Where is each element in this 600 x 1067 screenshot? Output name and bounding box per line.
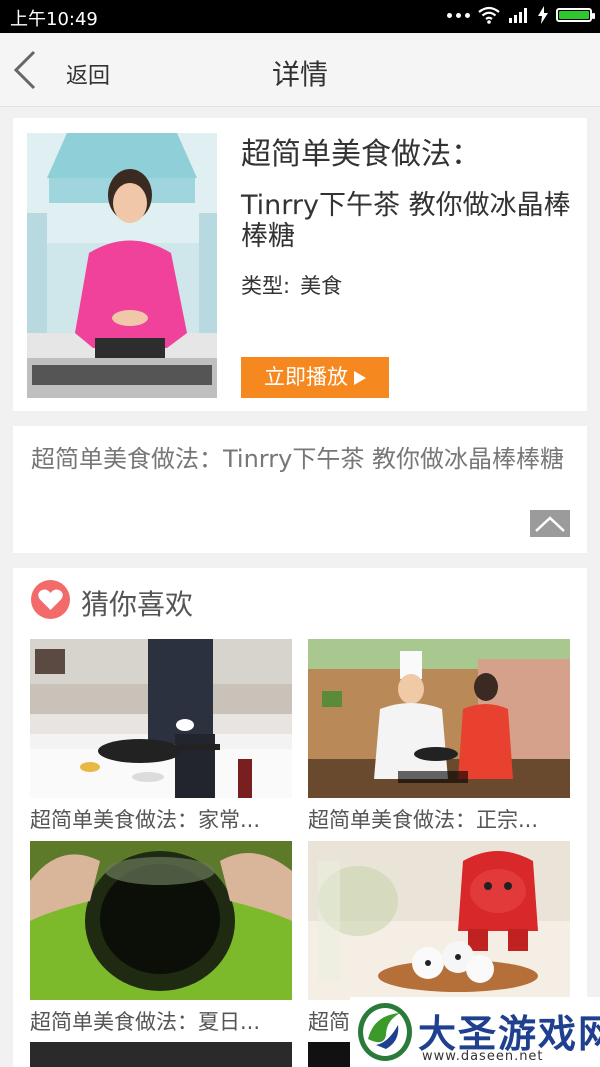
recommend-thumbnail — [30, 841, 292, 1000]
watermark-url: www.daseen.net — [422, 1049, 544, 1064]
play-icon — [354, 371, 366, 385]
status-bar: 上午10:49 — [0, 0, 600, 33]
recommend-thumbnail — [30, 639, 292, 798]
heart-icon — [31, 580, 70, 619]
recommend-thumbnail — [308, 841, 570, 1000]
status-icons — [447, 6, 595, 24]
charging-icon — [538, 6, 548, 24]
more-dots-icon — [447, 12, 470, 18]
recommend-caption: 超简单美食做法：家常... — [30, 808, 261, 832]
play-now-button[interactable]: 立即播放 — [241, 357, 389, 398]
recommend-thumbnail[interactable] — [30, 1042, 292, 1067]
detail-type: 类型: 美食 — [241, 270, 352, 300]
description-card: 超简单美食做法：Tinrry下午茶 教你做冰晶棒棒糖 — [13, 426, 587, 553]
description-text: 超简单美食做法：Tinrry下午茶 教你做冰晶棒棒糖 — [31, 445, 564, 473]
chevron-up-icon — [535, 516, 565, 532]
collapse-button[interactable] — [530, 510, 570, 537]
recommend-title: 猜你喜欢 — [81, 588, 194, 621]
watermark-logo-icon — [358, 1003, 412, 1061]
type-value: 美食 — [300, 274, 343, 298]
wifi-icon — [478, 6, 500, 24]
detail-subtitle: Tinrry下午茶 教你做冰晶棒棒糖 — [241, 190, 571, 252]
title-bar: 返回 详情 — [0, 33, 600, 107]
status-time: 上午10:49 — [10, 9, 98, 30]
recommend-caption: 超简单美食做法：夏日... — [30, 1010, 261, 1034]
page-title: 详情 — [271, 58, 328, 91]
watermark: 大圣游戏网 www.daseen.net — [350, 997, 600, 1067]
battery-icon — [556, 8, 595, 22]
type-label: 类型: — [241, 274, 291, 298]
video-thumbnail-image — [27, 133, 217, 398]
signal-icon — [509, 8, 527, 23]
recommend-item[interactable]: 超简单美食做法：夏日... — [30, 841, 292, 1036]
recommend-item[interactable]: 超简单美食做法：正宗... — [308, 639, 570, 834]
detail-title: 超简单美食做法： — [241, 137, 481, 172]
recommend-caption: 超简单美食做法：正宗... — [308, 808, 539, 832]
recommend-item[interactable]: 超简单美食做法：家常... — [30, 639, 292, 834]
play-now-label: 立即播放 — [264, 365, 348, 389]
video-thumbnail[interactable] — [27, 133, 217, 398]
detail-card: 超简单美食做法： Tinrry下午茶 教你做冰晶棒棒糖 类型: 美食 立即播放 — [13, 118, 587, 411]
recommend-card: 猜你喜欢 超简单美食做法：家常... 超简单美食做法：正宗... 超简单美食做法… — [13, 568, 587, 1067]
recommend-thumbnail — [308, 639, 570, 798]
